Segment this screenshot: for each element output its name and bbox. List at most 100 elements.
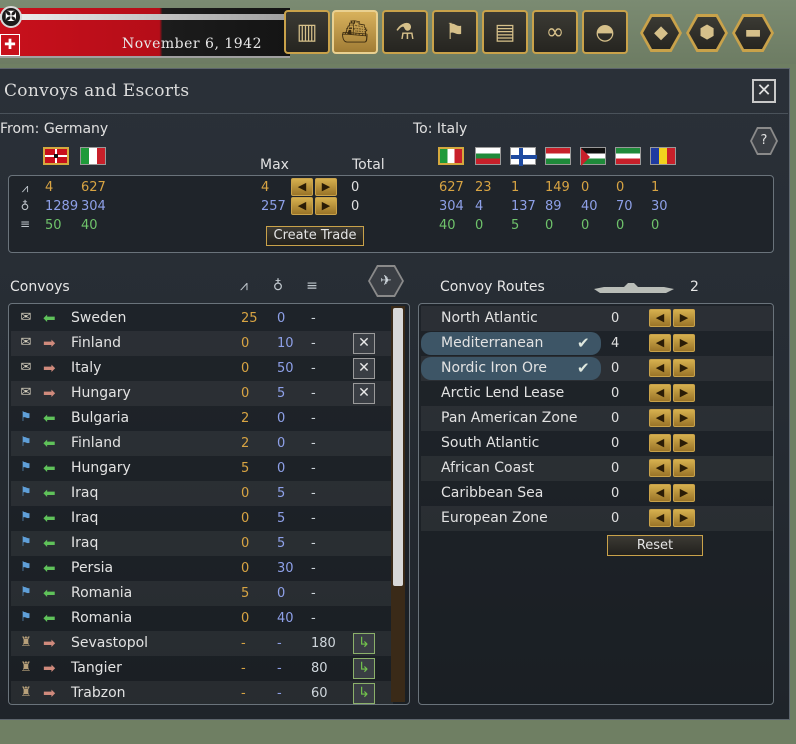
flag-germany[interactable] (43, 147, 69, 165)
convoy-row[interactable]: ♜ ➡ Tangier - - 80 ↳ (11, 656, 393, 681)
convoy-row[interactable]: ⚑ ⬅ Iraq 0 5 - (11, 506, 393, 531)
route-row[interactable]: African Coast 0 ◀ ▶ (421, 456, 773, 481)
convoy-row[interactable]: ⚑ ⬅ Romania 5 0 - (11, 581, 393, 606)
route-decrease-button[interactable]: ◀ (649, 309, 671, 327)
convoy-row[interactable]: ♜ ➡ Trabzon - - 60 ↳ (11, 681, 393, 704)
nation-flag-icon[interactable]: ✚ (0, 34, 20, 56)
scrollbar-thumb[interactable] (393, 308, 403, 586)
convoy-fuel-value: 0 (277, 311, 286, 326)
route-escort-count: 0 (611, 436, 620, 451)
route-decrease-button[interactable]: ◀ (649, 509, 671, 527)
decrease-button[interactable]: ◀ (291, 197, 313, 215)
route-escort-count: 0 (611, 486, 620, 501)
route-increase-button[interactable]: ▶ (673, 384, 695, 402)
convoy-fuel-value: 10 (277, 336, 294, 351)
supply-icon: ♜ (20, 660, 32, 675)
delete-convoy-button[interactable]: ✕ (353, 383, 375, 404)
to-value: 40 (581, 199, 598, 214)
route-increase-button[interactable]: ▶ (673, 359, 695, 377)
checkmark-icon: ✔ (577, 334, 590, 352)
route-row[interactable]: Nordic Iron Ore ✔ 0 ◀ ▶ (421, 356, 773, 381)
hex-map-button[interactable]: ⬢ (686, 14, 728, 52)
convoy-row[interactable]: ✉ ➡ Hungary 0 5 - ✕ (11, 381, 393, 406)
increase-button[interactable]: ▶ (315, 197, 337, 215)
route-convoy-button[interactable]: ↳ (353, 658, 375, 679)
route-row[interactable]: North Atlantic 0 ◀ ▶ (421, 306, 773, 331)
intelligence-button[interactable]: ∞ (532, 10, 578, 54)
import-arrow-icon: ⬅ (43, 434, 56, 452)
convoy-row[interactable]: ✉ ➡ Finland 0 10 - ✕ (11, 331, 393, 356)
convoy-row[interactable]: ⚑ ⬅ Iraq 0 5 - (11, 481, 393, 506)
route-decrease-button[interactable]: ◀ (649, 484, 671, 502)
flag-hungary[interactable] (545, 147, 571, 165)
route-decrease-button[interactable]: ◀ (649, 334, 671, 352)
delete-convoy-button[interactable]: ✕ (353, 358, 375, 379)
convoy-oil-value: - (241, 686, 246, 701)
route-row[interactable]: Mediterranean ✔ 4 ◀ ▶ (421, 331, 773, 356)
convoy-name: Bulgaria (71, 410, 130, 426)
convoy-row[interactable]: ♜ ➡ Sevastopol - - 180 ↳ (11, 631, 393, 656)
route-increase-button[interactable]: ▶ (673, 484, 695, 502)
route-decrease-button[interactable]: ◀ (649, 409, 671, 427)
convoy-row[interactable]: ⚑ ⬅ Romania 0 40 - (11, 606, 393, 631)
route-convoy-button[interactable]: ↳ (353, 633, 375, 654)
delete-convoy-button[interactable]: ✕ (353, 333, 375, 354)
convoy-name: Sweden (71, 310, 127, 326)
convoy-row[interactable]: ✉ ⬅ Sweden 25 0 - (11, 306, 393, 331)
rail-button[interactable]: ▬ (732, 14, 774, 52)
convoy-sort-button[interactable]: ✈ (368, 265, 404, 297)
route-row[interactable]: South Atlantic 0 ◀ ▶ (421, 431, 773, 456)
flag-bulgaria[interactable] (475, 147, 501, 165)
decrease-button[interactable]: ◀ (291, 178, 313, 196)
increase-button[interactable]: ▶ (315, 178, 337, 196)
route-row[interactable]: Arctic Lend Lease 0 ◀ ▶ (421, 381, 773, 406)
route-row[interactable]: Pan American Zone 0 ◀ ▶ (421, 406, 773, 431)
route-row[interactable]: Caribbean Sea 0 ◀ ▶ (421, 481, 773, 506)
flag-italy[interactable] (80, 147, 106, 165)
route-increase-button[interactable]: ▶ (673, 409, 695, 427)
reset-button[interactable]: Reset (607, 535, 703, 556)
convoys-button[interactable]: ⛴ (332, 10, 378, 54)
convoy-fuel-value: 5 (277, 536, 286, 551)
route-decrease-button[interactable]: ◀ (649, 384, 671, 402)
import-arrow-icon: ⬅ (43, 509, 56, 527)
convoy-row[interactable]: ⚑ ⬅ Iraq 0 5 - (11, 531, 393, 556)
convoy-row[interactable]: ⚑ ⬅ Persia 0 30 - (11, 556, 393, 581)
convoy-row[interactable]: ✉ ➡ Italy 0 50 - ✕ (11, 356, 393, 381)
help-button[interactable]: ? (750, 127, 778, 155)
flag-finland[interactable] (510, 147, 537, 166)
convoy-row[interactable]: ⚑ ⬅ Finland 2 0 - (11, 431, 393, 456)
export-arrow-icon: ➡ (43, 359, 56, 377)
convoy-row[interactable]: ⚑ ⬅ Hungary 5 0 - (11, 456, 393, 481)
research-button[interactable]: ⚗ (382, 10, 428, 54)
flag-icon: ⚑ (20, 460, 32, 475)
nation-emblem-icon[interactable]: ✠ (0, 6, 22, 28)
convoy-row[interactable]: ⚑ ⬅ Bulgaria 2 0 - (11, 406, 393, 431)
route-increase-button[interactable]: ▶ (673, 509, 695, 527)
route-decrease-button[interactable]: ◀ (649, 359, 671, 377)
route-name: Nordic Iron Ore (441, 360, 548, 376)
route-increase-button[interactable]: ▶ (673, 434, 695, 452)
create-trade-button[interactable]: Create Trade (266, 226, 364, 246)
route-increase-button[interactable]: ▶ (673, 334, 695, 352)
close-button[interactable]: ✕ (752, 79, 776, 103)
flag-iraq[interactable] (580, 147, 606, 166)
route-row[interactable]: European Zone 0 ◀ ▶ (421, 506, 773, 531)
help-icon: ? (752, 129, 776, 153)
army-button[interactable]: ◓ (582, 10, 628, 54)
route-increase-button[interactable]: ▶ (673, 459, 695, 477)
route-decrease-button[interactable]: ◀ (649, 459, 671, 477)
plane-icon: ✈ (370, 267, 402, 295)
convoy-supplies-value: - (311, 361, 316, 376)
production-button[interactable]: ▥ (284, 10, 330, 54)
route-decrease-button[interactable]: ◀ (649, 434, 671, 452)
route-increase-button[interactable]: ▶ (673, 309, 695, 327)
terrain-button[interactable]: ◆ (640, 14, 682, 52)
flag-persia[interactable] (615, 147, 641, 165)
flag-italy-target[interactable] (438, 147, 464, 165)
convoy-supplies-value: - (311, 436, 316, 451)
objectives-button[interactable]: ▤ (482, 10, 528, 54)
route-convoy-button[interactable]: ↳ (353, 683, 375, 704)
decisions-button[interactable]: ⚑ (432, 10, 478, 54)
flag-romania[interactable] (650, 147, 676, 165)
